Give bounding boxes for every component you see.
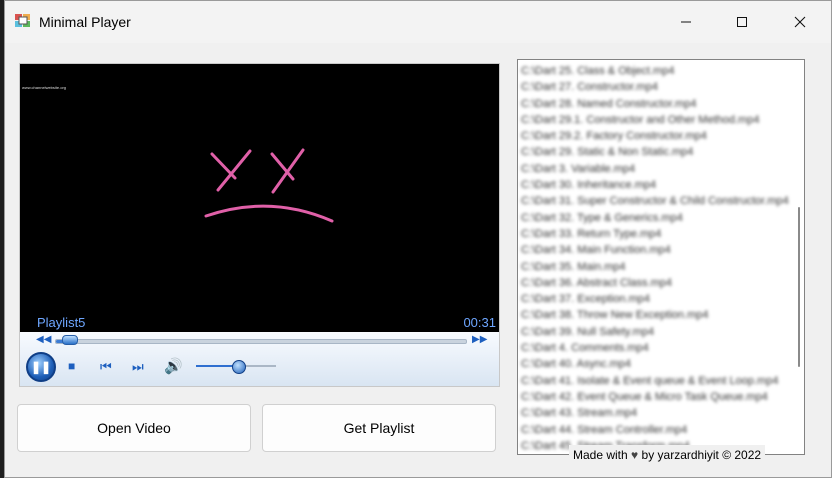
playlist-listbox[interactable]: C:\Dart 25. Class & Object.mp4 C:\Dart 27… (517, 59, 805, 455)
rewind-icon[interactable]: ◀◀ (36, 334, 51, 345)
video-area[interactable]: www.channelwebsite.org Playlist5 00:31 (20, 64, 499, 332)
volume-fill (196, 365, 236, 367)
playlist-item[interactable]: C:\Dart 36. Abstract Class.mp4 (521, 275, 793, 291)
playlist-item[interactable]: C:\Dart 28. Named Constructor.mp4 (521, 96, 793, 112)
playlist-item[interactable]: C:\Dart 4. Comments.mp4 (521, 340, 793, 356)
playlist-item[interactable]: C:\Dart 31. Super Constructor & Child Co… (521, 193, 793, 209)
title-bar[interactable]: Minimal Player (5, 1, 831, 43)
media-player[interactable]: www.channelwebsite.org Playlist5 00:31 ◀… (19, 63, 500, 387)
seek-thumb[interactable] (62, 335, 78, 345)
main-window: Minimal Player www.channelwebsite.org Pl… (4, 0, 832, 478)
seek-bar[interactable] (55, 339, 467, 344)
credit-label: Made with ♥ by yarzardhiyit © 2022 (569, 445, 766, 465)
sad-face-graphic (204, 148, 334, 223)
maximize-button[interactable] (719, 1, 765, 43)
open-video-button[interactable]: Open Video (17, 404, 251, 452)
next-button[interactable]: ⏭ (132, 359, 144, 375)
credit-suffix: by yarzardhiyit © 2022 (641, 448, 762, 462)
minimize-icon (681, 21, 691, 23)
playlist-item[interactable]: C:\Dart 29.2. Factory Constructor.mp4 (521, 128, 793, 144)
volume-thumb[interactable] (232, 360, 246, 374)
close-button[interactable] (777, 1, 823, 43)
player-controls: ◀◀ ▶▶ ❚❚ ■ ⏮ ⏭ 🔊 (20, 332, 499, 386)
get-playlist-button[interactable]: Get Playlist (262, 404, 496, 452)
playlist-item[interactable]: C:\Dart 30. Inheritance.mp4 (521, 177, 793, 193)
stop-button[interactable]: ■ (68, 359, 75, 373)
heart-icon: ♥ (631, 448, 639, 462)
status-line: Playlist5 00:31 (20, 312, 499, 334)
previous-button[interactable]: ⏮ (100, 359, 112, 375)
playlist-item[interactable]: C:\Dart 42. Event Queue & Micro Task Que… (521, 389, 793, 405)
playlist-item[interactable]: C:\Dart 27. Constructor.mp4 (521, 79, 793, 95)
playlist-item[interactable]: C:\Dart 35. Main.mp4 (521, 259, 793, 275)
play-pause-button[interactable]: ❚❚ (26, 352, 56, 382)
playlist-item[interactable]: C:\Dart 32. Type & Generics.mp4 (521, 210, 793, 226)
playlist-item[interactable]: C:\Dart 29.1. Constructor and Other Meth… (521, 112, 793, 128)
credit-prefix: Made with (573, 448, 628, 462)
volume-icon[interactable]: 🔊 (164, 357, 183, 375)
playlist-item[interactable]: C:\Dart 38. Throw New Exception.mp4 (521, 307, 793, 323)
scroll-thumb[interactable] (798, 207, 800, 367)
window-title: Minimal Player (39, 14, 131, 30)
playlist-item[interactable]: C:\Dart 43. Stream.mp4 (521, 405, 793, 421)
playlist-name: Playlist5 (37, 315, 86, 330)
close-icon (794, 16, 806, 28)
vertical-scrollbar[interactable] (795, 62, 803, 452)
video-watermark: www.channelwebsite.org (22, 85, 67, 90)
playlist-item[interactable]: C:\Dart 34. Main Function.mp4 (521, 242, 793, 258)
playlist-item[interactable]: C:\Dart 39. Null Safety.mp4 (521, 324, 793, 340)
minimize-button[interactable] (663, 1, 709, 43)
app-icon (15, 14, 30, 27)
maximize-icon (737, 17, 747, 27)
playlist-item[interactable]: C:\Dart 33. Return Type.mp4 (521, 226, 793, 242)
playlist-items: C:\Dart 25. Class & Object.mp4 C:\Dart 27… (521, 63, 793, 454)
playlist-item[interactable]: C:\Dart 29. Static & Non Static.mp4 (521, 144, 793, 160)
playlist-item[interactable]: C:\Dart 41. Isolate & Event queue & Even… (521, 373, 793, 389)
seek-row: ◀◀ ▶▶ (20, 332, 499, 348)
fast-forward-icon[interactable]: ▶▶ (472, 334, 487, 345)
time-display: 00:31 (463, 315, 496, 330)
playlist-item[interactable]: C:\Dart 40. Async.mp4 (521, 356, 793, 372)
playlist-item[interactable]: C:\Dart 25. Class & Object.mp4 (521, 63, 793, 79)
pause-icon: ❚❚ (30, 360, 52, 374)
playlist-item[interactable]: C:\Dart 3. Variable.mp4 (521, 161, 793, 177)
playlist-item[interactable]: C:\Dart 37. Exception.mp4 (521, 291, 793, 307)
playlist-item[interactable]: C:\Dart 44. Stream Controller.mp4 (521, 422, 793, 438)
